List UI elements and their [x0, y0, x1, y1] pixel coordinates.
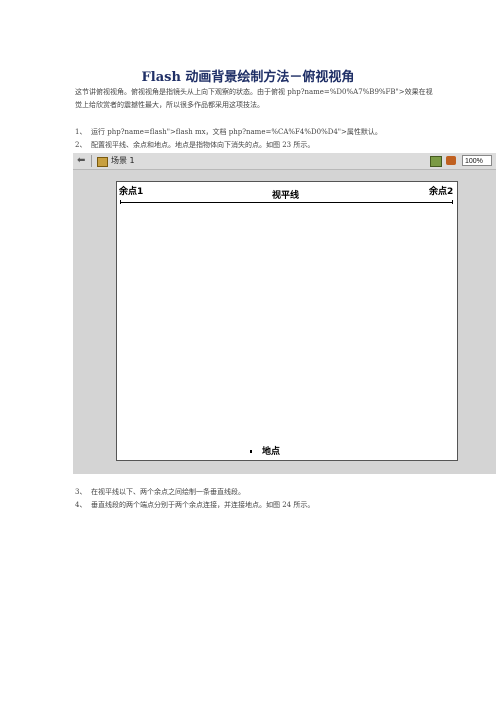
- ground-point-marker: [250, 450, 252, 453]
- step-number: 3、: [75, 488, 87, 496]
- step-3: 3、 在视平线以下、两个余点之间绘制一条垂直线段。: [75, 487, 245, 497]
- step-number: 2、: [75, 141, 87, 149]
- step-4: 4、 垂直线段的两个端点分别于两个余点连接，并连接地点。如图 24 所示。: [75, 500, 314, 510]
- timeline-toolbar: ⬅ 场景 1 100%: [73, 153, 496, 170]
- step-text: 在视平线以下、两个余点之间绘制一条垂直线段。: [91, 488, 245, 496]
- step-1: 1、 运行 php?name=flash">flash mx，文档 php?nam…: [75, 127, 382, 137]
- horizon-line: [120, 202, 453, 203]
- stage-canvas[interactable]: 余点1 视平线 余点2 地点: [116, 181, 458, 461]
- toolbar-divider: [91, 155, 92, 167]
- scene-label[interactable]: 场景 1: [111, 155, 135, 166]
- scene-icon: [97, 157, 108, 167]
- step-text: 配置视平线、余点和地点。地点是指物体向下消失的点。如图 23 所示。: [91, 141, 315, 149]
- step-2: 2、 配置视平线、余点和地点。地点是指物体向下消失的点。如图 23 所示。: [75, 140, 314, 150]
- right-end-tick: [452, 200, 453, 204]
- step-text: 运行 php?name=flash">flash mx，文档 php?name=…: [91, 128, 382, 136]
- edit-symbol-icon[interactable]: [446, 156, 456, 165]
- intro-paragraph: 这节讲俯视视角。俯视视角是指镜头从上向下观察的状态。由于俯视 php?name=…: [75, 88, 433, 109]
- page-title: Flash 动画背景绘制方法－俯视视角: [141, 70, 355, 85]
- back-arrow-icon[interactable]: ⬅: [77, 155, 85, 166]
- horizon-label: 视平线: [272, 191, 300, 201]
- right-vanishing-point-label: 余点2: [429, 187, 454, 197]
- ground-point-label: 地点: [262, 447, 281, 457]
- edit-scene-icon[interactable]: [430, 156, 442, 167]
- left-end-tick: [120, 200, 121, 204]
- flash-screenshot: ⬅ 场景 1 100% 余点1 视平线 余点2 地点: [73, 153, 496, 474]
- step-number: 1、: [75, 128, 87, 136]
- step-number: 4、: [75, 501, 87, 509]
- zoom-select[interactable]: 100%: [462, 155, 492, 166]
- step-text: 垂直线段的两个端点分别于两个余点连接，并连接地点。如图 24 所示。: [91, 501, 315, 509]
- left-vanishing-point-label: 余点1: [119, 187, 144, 197]
